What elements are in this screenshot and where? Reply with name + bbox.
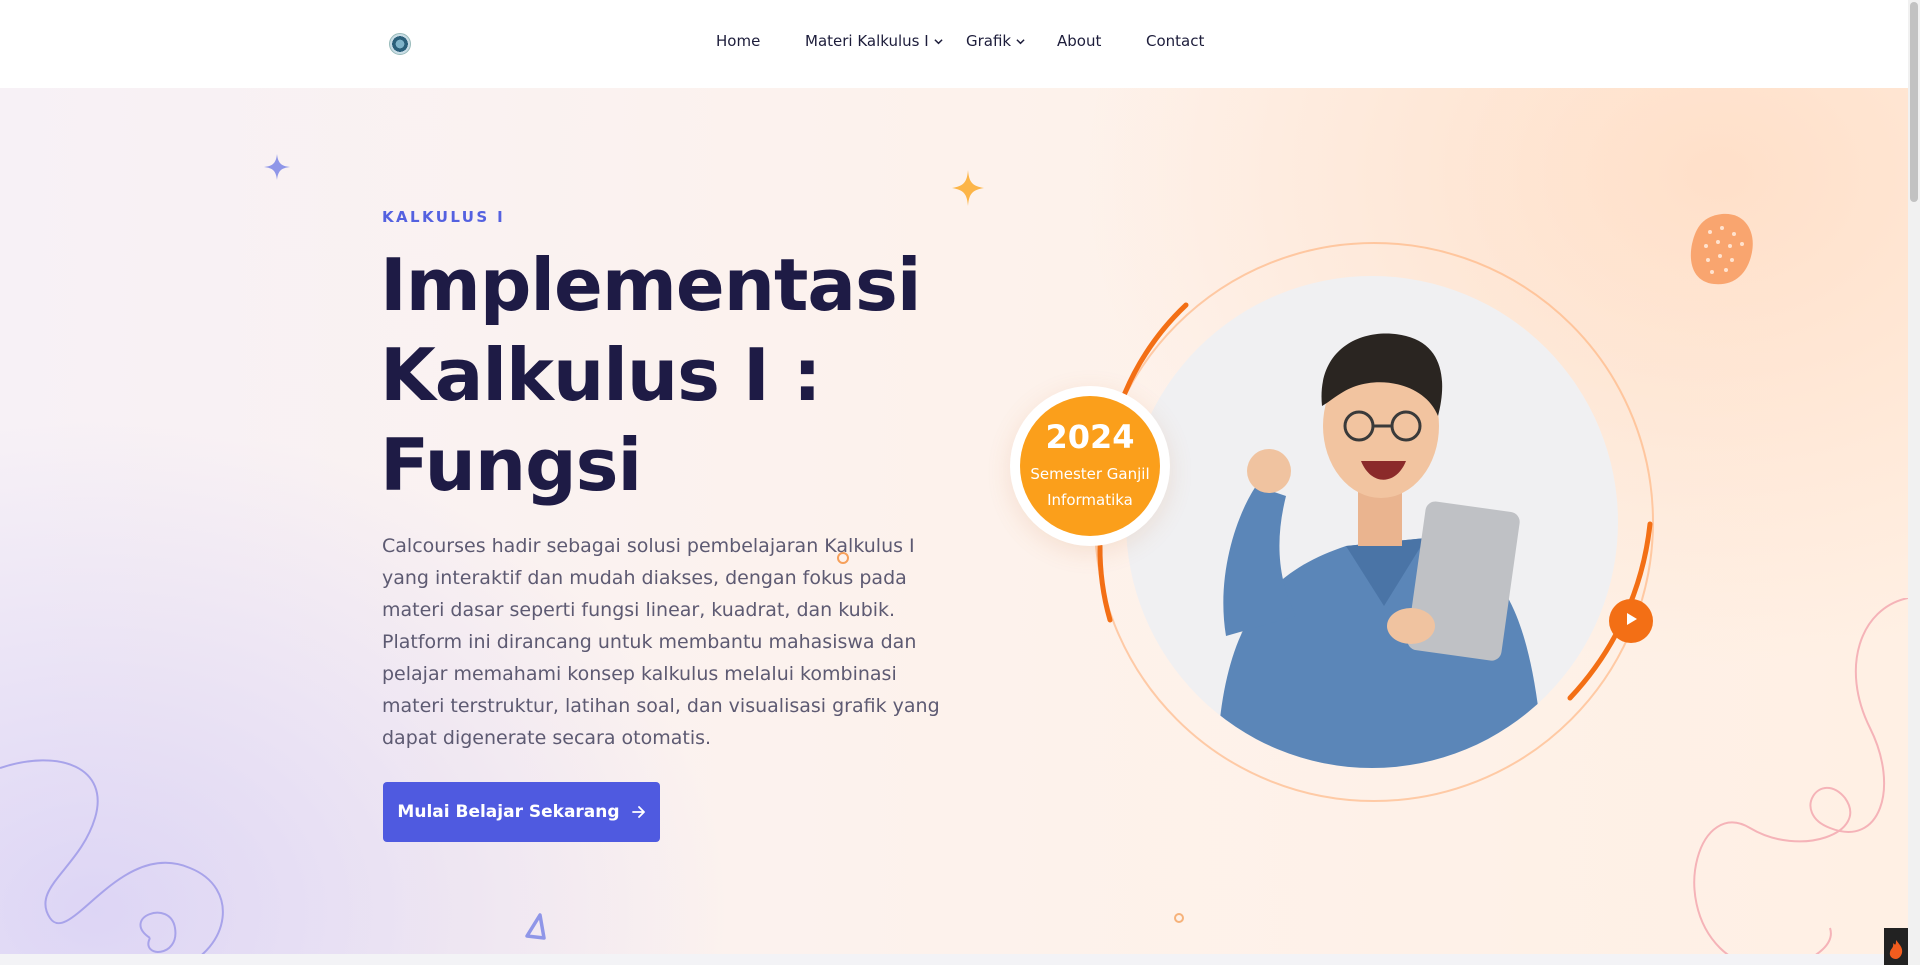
star-sparkle-icon [952, 170, 984, 206]
arrow-right-icon [631, 805, 646, 819]
nav-contact[interactable]: Contact [1146, 32, 1204, 50]
nav-contact-label: Contact [1146, 32, 1205, 50]
semester-badge: 2024 Semester Ganjil Informatika [1020, 396, 1160, 536]
triangle-icon [525, 913, 546, 940]
hero-section: KALKULUS I Implementasi Kalkulus I : Fun… [0, 88, 1908, 954]
squiggle-line-right [1693, 598, 1908, 954]
flame-icon[interactable] [1884, 928, 1908, 965]
play-icon [1623, 611, 1639, 631]
site-header: Home Materi Kalkulus I Grafik About Cont… [0, 0, 1908, 88]
hero-title-line: Fungsi [380, 423, 642, 507]
badge-program: Informatika [1047, 491, 1133, 509]
student-photo [1126, 276, 1618, 768]
nav-materi-label: Materi Kalkulus I [805, 32, 929, 50]
start-learning-label: Mulai Belajar Sekarang [397, 802, 620, 822]
hero-title-line: Implementasi [380, 243, 922, 327]
chevron-down-icon [934, 37, 943, 46]
sparkle-icon [264, 154, 290, 180]
page-scrollbar[interactable] [1908, 0, 1920, 965]
nav-home-label: Home [716, 32, 761, 50]
hero-title-line: Kalkulus I : [380, 333, 822, 417]
nav-home[interactable]: Home [716, 32, 760, 50]
nav-about[interactable]: About [1057, 32, 1101, 50]
play-video-button[interactable] [1609, 599, 1653, 643]
small-ring-icon [1174, 913, 1184, 923]
nav-materi-kalkulus[interactable]: Materi Kalkulus I [805, 32, 943, 50]
logo-icon[interactable] [389, 33, 411, 55]
dotted-blob-icon [1690, 213, 1753, 285]
badge-year: 2024 [1045, 418, 1135, 456]
nav-grafik[interactable]: Grafik [966, 32, 1025, 50]
badge-semester: Semester Ganjil [1030, 465, 1150, 483]
student-illustration [1216, 333, 1545, 768]
hero-eyebrow: KALKULUS I [382, 208, 506, 226]
start-learning-button[interactable]: Mulai Belajar Sekarang [383, 782, 660, 842]
squiggle-line-left [0, 759, 224, 954]
nav-about-label: About [1057, 32, 1102, 50]
hero-description: Calcourses hadir sebagai solusi pembelaj… [382, 535, 940, 749]
chevron-down-icon [1016, 37, 1025, 46]
scrollbar-thumb[interactable] [1910, 2, 1918, 202]
nav-grafik-label: Grafik [966, 32, 1012, 50]
hero-title: Implementasi Kalkulus I : Fungsi [380, 240, 940, 510]
